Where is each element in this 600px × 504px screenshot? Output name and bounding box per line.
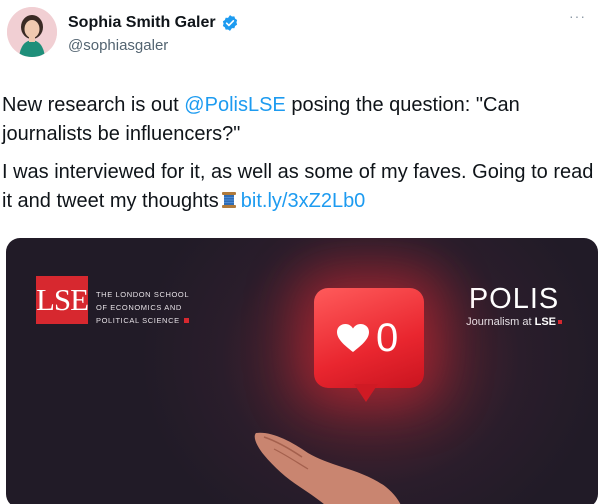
avatar[interactable] — [7, 7, 57, 57]
polis-logo: POLIS Journalism at LSE — [466, 284, 562, 328]
more-options-icon[interactable]: ··· — [569, 8, 586, 24]
display-name[interactable]: Sophia Smith Galer — [68, 14, 216, 32]
polis-red-square — [558, 320, 562, 324]
polis-subtitle-bold: LSE — [534, 316, 556, 328]
author-handle[interactable]: @sophiasgaler — [68, 37, 168, 54]
tweet-text-paragraph-1: New research is out @PolisLSE posing the… — [2, 91, 598, 149]
tweet-text-paragraph-2: I was interviewed for it, as well as som… — [2, 158, 598, 216]
lse-wordmark-line: POLITICAL SCIENCE — [96, 314, 189, 327]
polis-subtitle-prefix: Journalism at — [466, 316, 535, 328]
spool-emoji-icon — [221, 192, 236, 208]
lse-red-square — [183, 318, 189, 323]
lse-wordmark-text: POLITICAL SCIENCE — [96, 316, 180, 325]
like-counter: 0 — [336, 318, 398, 358]
polis-subtitle: Journalism at LSE — [466, 316, 562, 328]
notification-bubble-tail — [354, 384, 378, 402]
lse-logo: LSE — [36, 276, 89, 324]
avatar-image — [7, 7, 57, 57]
verified-badge-icon — [222, 15, 237, 31]
tweet: Sophia Smith Galer @sophiasgaler ··· New… — [0, 0, 600, 504]
polis-title: POLIS — [468, 283, 560, 315]
author-row: Sophia Smith Galer — [68, 14, 239, 32]
lse-wordmark: THE LONDON SCHOOL OF ECONOMICS AND POLIT… — [96, 288, 189, 327]
mention-link[interactable]: @PolisLSE — [184, 94, 285, 116]
like-count: 0 — [376, 316, 399, 360]
hand-icon — [254, 432, 401, 504]
text-segment: New research is out — [2, 94, 185, 116]
media-card[interactable]: LSE THE LONDON SCHOOL OF ECONOMICS AND P… — [6, 238, 598, 504]
shortened-link[interactable]: bit.ly/3xZ2Lb0 — [241, 190, 366, 212]
heart-icon — [337, 324, 369, 352]
lse-wordmark-line: THE LONDON SCHOOL — [96, 290, 190, 299]
lse-wordmark-line: OF ECONOMICS AND — [96, 303, 182, 312]
